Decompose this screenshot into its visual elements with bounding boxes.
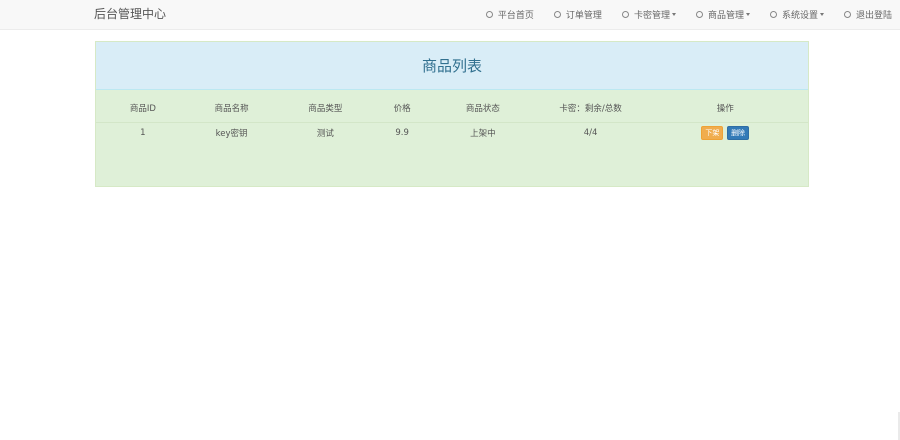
cell-price: 9.9	[377, 122, 428, 143]
chevron-down-icon	[819, 13, 824, 16]
page-title: 商品列表	[421, 57, 482, 75]
chevron-down-icon	[745, 13, 750, 16]
column-header-price: 价格	[393, 104, 411, 114]
nav-item-products[interactable]: 商品管理	[686, 0, 760, 29]
product-list-panel: 商品列表 商品ID 商品名称 商品类型 价格 商品状态 卡密：剩余/总数 操作 …	[95, 41, 809, 187]
top-navbar: 后台管理中心 平台首页 订单管理 卡密管理 商品管理 系统设置 退出登陆	[0, 0, 900, 30]
nav-item-label: 商品管理	[707, 11, 744, 21]
table-row: 1 key密钥 测试 9.9 上架中 4/4 下架 删除	[96, 122, 808, 143]
main-nav: 平台首页 订单管理 卡密管理 商品管理 系统设置 退出登陆	[476, 0, 900, 29]
circle-icon	[843, 11, 851, 18]
circle-icon	[769, 11, 777, 18]
panel-heading: 商品列表	[96, 42, 808, 90]
column-header-type: 商品类型	[308, 104, 343, 114]
column-header-actions: 操作	[716, 104, 734, 114]
cell-status: 上架中	[427, 122, 539, 143]
nav-item-orders[interactable]: 订单管理	[544, 0, 612, 29]
table-header-row: 商品ID 商品名称 商品类型 价格 商品状态 卡密：剩余/总数 操作	[96, 90, 808, 123]
cell-id: 1	[96, 122, 190, 143]
product-table: 商品ID 商品名称 商品类型 价格 商品状态 卡密：剩余/总数 操作 1 key…	[96, 90, 808, 143]
nav-item-home[interactable]: 平台首页	[476, 0, 544, 29]
column-header-id: 商品ID	[129, 104, 156, 114]
nav-item-settings[interactable]: 系统设置	[760, 0, 834, 29]
delete-button[interactable]: 删除	[727, 126, 750, 140]
cell-cards: 4/4	[538, 122, 643, 143]
column-header-status: 商品状态	[465, 104, 500, 114]
cell-actions: 下架 删除	[642, 122, 808, 143]
nav-item-logout[interactable]: 退出登陆	[834, 0, 900, 29]
nav-item-label: 退出登陆	[855, 11, 892, 21]
column-header-cards: 卡密：剩余/总数	[559, 104, 622, 114]
column-header-name: 商品名称	[214, 104, 249, 114]
nav-item-label: 平台首页	[497, 11, 534, 21]
nav-item-label: 卡密管理	[633, 11, 670, 21]
cell-name: key密钥	[189, 122, 274, 143]
nav-item-label: 订单管理	[565, 11, 602, 21]
nav-item-label: 系统设置	[781, 11, 818, 21]
circle-icon	[695, 11, 703, 18]
chevron-down-icon	[671, 13, 676, 16]
circle-icon	[553, 11, 561, 18]
brand-title[interactable]: 后台管理中心	[94, 6, 166, 22]
nav-item-cards[interactable]: 卡密管理	[612, 0, 686, 29]
circle-icon	[485, 11, 493, 18]
off-shelf-button[interactable]: 下架	[701, 126, 724, 140]
circle-icon	[621, 11, 629, 18]
cell-type: 测试	[273, 122, 378, 143]
